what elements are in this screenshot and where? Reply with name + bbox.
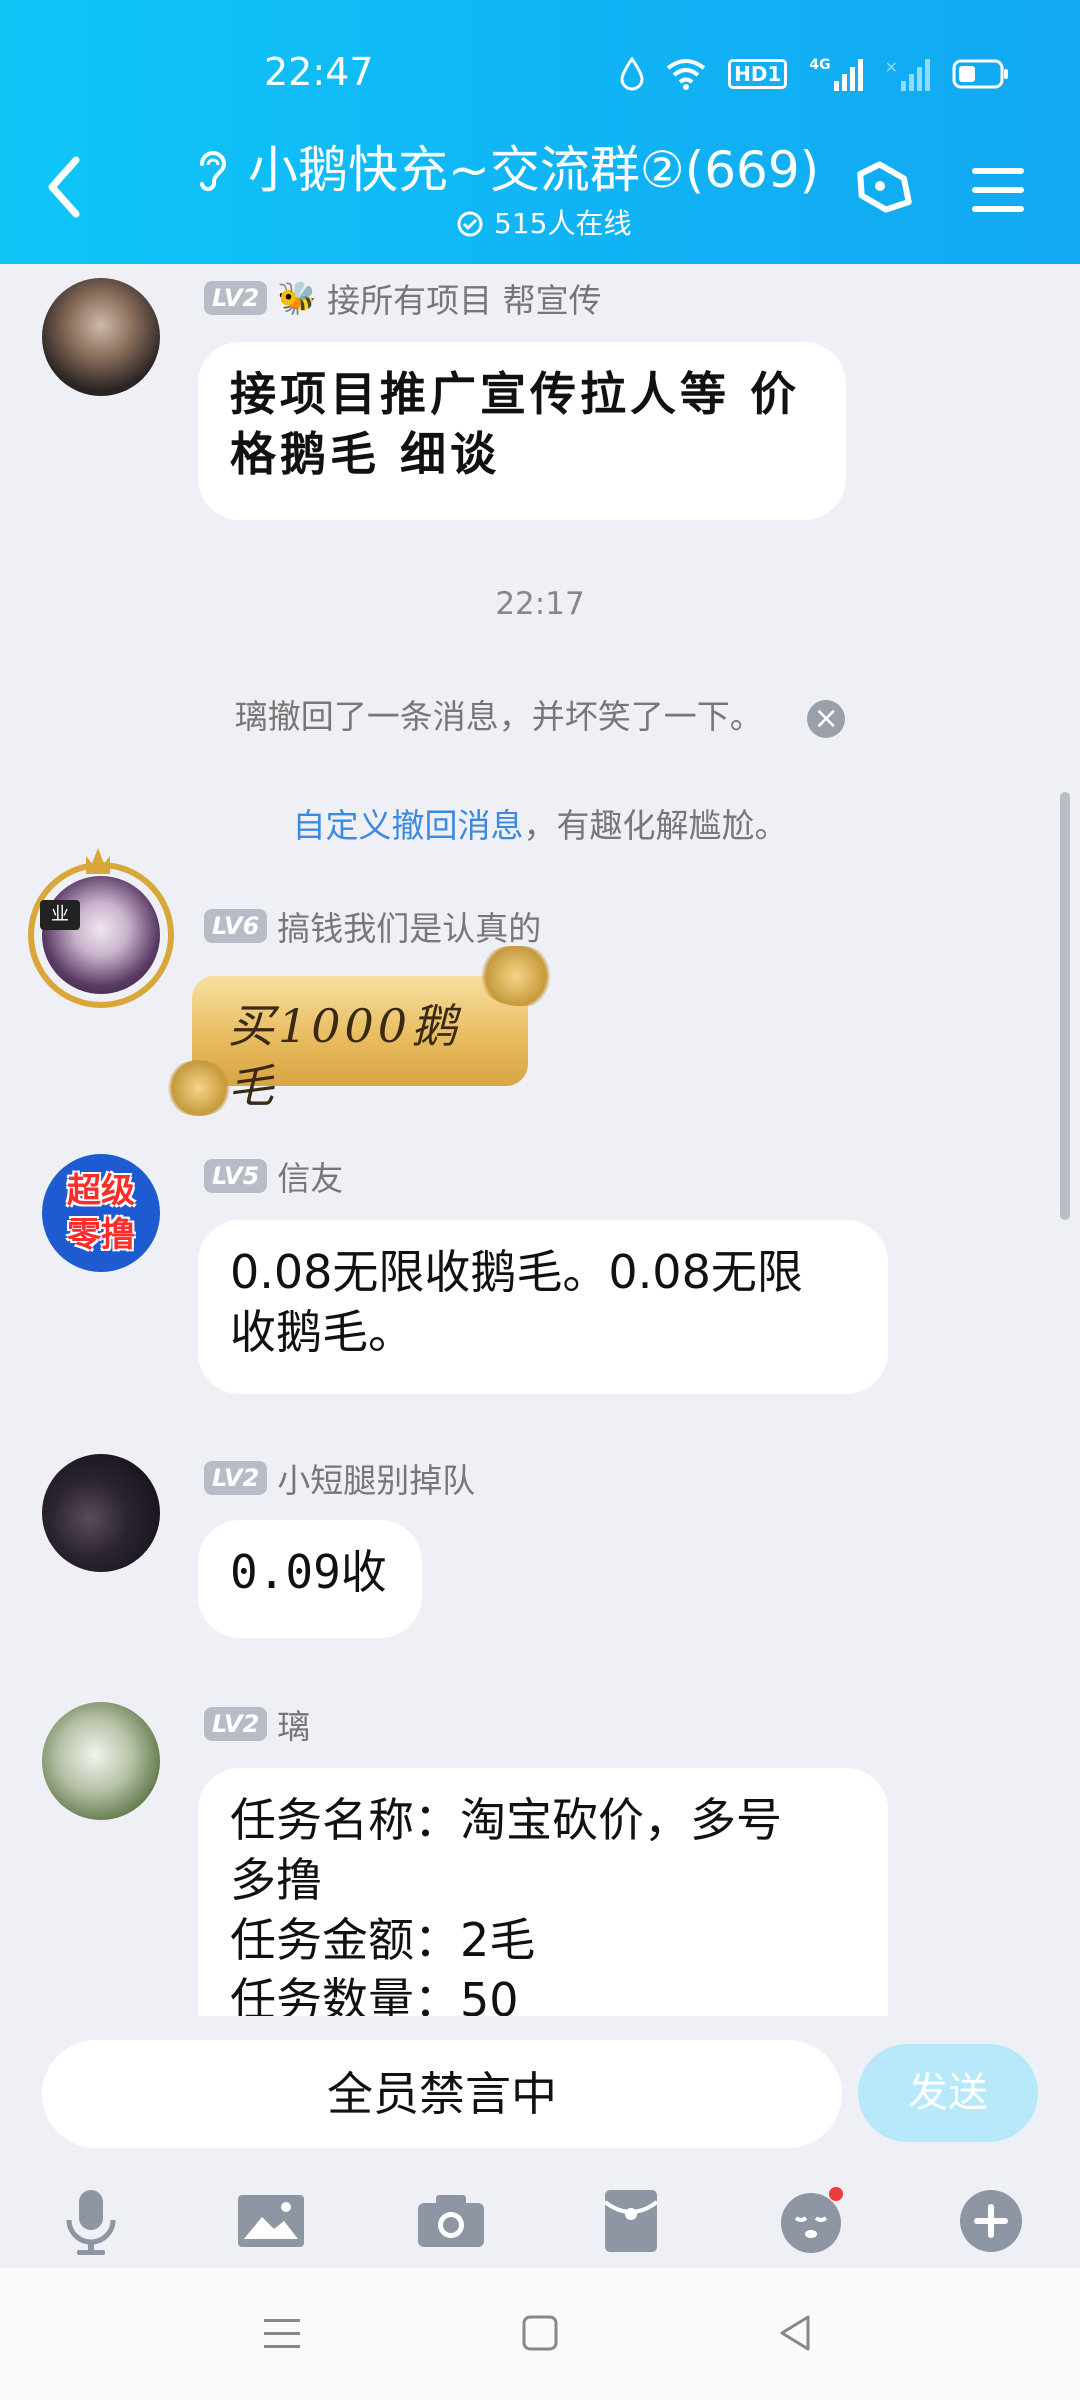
avatar[interactable]	[42, 1454, 160, 1572]
chat-title-row[interactable]: 小鹅快充~交流群②(669)	[196, 136, 819, 204]
send-button[interactable]: 发送	[858, 2044, 1038, 2142]
sender-name: 搞钱我们是认真的	[277, 909, 542, 948]
custom-recall-link[interactable]: 自定义撤回消息	[293, 806, 524, 845]
home-button[interactable]	[510, 2300, 570, 2366]
sender-name-row: LV5 信友	[204, 1156, 343, 1198]
wifi-icon	[666, 59, 706, 90]
bee-icon: 🐝	[277, 279, 318, 317]
crown-icon	[86, 848, 110, 874]
level-badge: LV2	[204, 1461, 268, 1495]
signal-2-icon: ×	[885, 57, 930, 91]
recall-notice: 璃撤回了一条消息，并坏笑了一下。 ×	[0, 690, 1080, 738]
avatar-text: 超级 零撸	[67, 1171, 135, 1255]
sender-name: 小短腿别掉队	[277, 1461, 476, 1500]
message-bubble[interactable]: 0.08无限收鹅毛。0.08无限 收鹅毛。	[198, 1220, 888, 1394]
close-icon[interactable]: ×	[807, 699, 846, 738]
avatar[interactable]	[42, 1702, 160, 1820]
sender-name-row: LV2 小短腿别掉队	[204, 1458, 475, 1500]
timestamp: 22:17	[495, 586, 585, 622]
status-bar: 22:47 HD1 4G ×	[0, 44, 1080, 104]
system-navbar	[0, 2268, 1080, 2400]
custom-recall-tip: 自定义撤回消息，有趣化解尴尬。	[0, 799, 1080, 847]
water-drop-icon	[620, 57, 644, 91]
sender-name: 信友	[277, 1159, 344, 1198]
avatar[interactable]	[42, 876, 160, 994]
level-badge: LV6	[204, 909, 268, 943]
message-text: 0.08无限收鹅毛。0.08无限 收鹅毛。	[230, 1245, 803, 1359]
image-icon[interactable]	[226, 2176, 316, 2266]
back-button[interactable]	[44, 152, 84, 222]
recent-apps-button[interactable]	[252, 2300, 312, 2366]
toolbar	[0, 2176, 1080, 2266]
status-icons: HD1 4G ×	[620, 52, 1010, 96]
network-type-label: 4G	[809, 57, 831, 73]
online-count: 515人在线	[456, 204, 631, 244]
message-text: 接项目推广宣传拉人等 价 格鹅毛 细谈	[230, 367, 801, 481]
custom-recall-tip-text: ，有趣化解尴尬。	[523, 806, 788, 845]
battery-icon	[952, 59, 1008, 89]
camera-icon[interactable]	[406, 2176, 496, 2266]
mic-icon[interactable]	[46, 2176, 136, 2266]
sender-name: 接所有项目 帮宣传	[327, 281, 602, 320]
message-bubble[interactable]: 0.09收	[198, 1520, 422, 1638]
message-input[interactable]: 全员禁言中	[42, 2040, 842, 2148]
level-badge: LV5	[204, 1159, 268, 1193]
sender-name-row: LV2 🐝 接所有项目 帮宣传	[204, 278, 602, 320]
message-bubble[interactable]: 任务名称：淘宝砍价，多号 多撸 任务金额：2毛 任务数量：50	[198, 1768, 888, 2016]
menu-button[interactable]	[958, 150, 1038, 230]
message-text: 买1000鹅毛	[228, 999, 462, 1113]
online-count-label: 515人在线	[494, 207, 632, 240]
scrollbar[interactable]	[1060, 792, 1070, 1220]
avatar[interactable]: 超级 零撸	[42, 1154, 160, 1272]
plus-icon[interactable]	[946, 2176, 1036, 2266]
sender-name-row: LV2 璃	[204, 1704, 310, 1746]
hd-icon: HD1	[728, 59, 788, 89]
ear-icon	[200, 151, 226, 192]
avatar[interactable]	[42, 278, 160, 396]
back-nav-button[interactable]	[766, 2300, 826, 2366]
chat-title: 小鹅快充~交流群②(669)	[248, 141, 820, 199]
emoji-icon[interactable]	[766, 2176, 856, 2266]
dragon-decoration-icon	[164, 1060, 234, 1116]
message-list[interactable]: LV2 🐝 接所有项目 帮宣传 接项目推广宣传拉人等 价 格鹅毛 细谈 22:1…	[0, 264, 1080, 2016]
input-area: 全员禁言中 发送	[0, 2016, 1080, 2278]
online-check-icon	[457, 211, 483, 237]
chat-header: 22:47 HD1 4G × 小鹅快充~交流群②(669) 515人在线	[0, 0, 1080, 264]
red-packet-icon[interactable]	[586, 2176, 676, 2266]
message-bubble[interactable]: 买1000鹅毛	[192, 976, 528, 1113]
sender-name-row: LV6 搞钱我们是认真的	[204, 906, 541, 948]
message-text: 任务名称：淘宝砍价，多号 多撸 任务金额：2毛 任务数量：50	[230, 1793, 782, 2016]
signal-icon: 4G	[809, 57, 863, 91]
message-bubble[interactable]: 接项目推广宣传拉人等 价 格鹅毛 细谈	[198, 342, 846, 520]
avatar-frame-badge: 业	[40, 900, 80, 930]
message-text: 0.09收	[230, 1545, 387, 1599]
sender-name: 璃	[277, 1707, 311, 1746]
level-badge: LV2	[204, 281, 268, 315]
ticket-link-button[interactable]	[848, 150, 928, 230]
level-badge: LV2	[204, 1707, 268, 1741]
status-time: 22:47	[264, 50, 374, 94]
recall-notice-text: 璃撤回了一条消息，并坏笑了一下。	[234, 697, 763, 736]
